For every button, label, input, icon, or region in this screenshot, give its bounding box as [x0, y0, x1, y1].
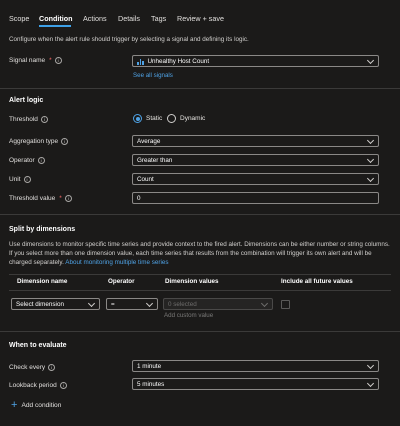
tab-condition[interactable]: Condition [39, 14, 73, 23]
unit-label: Unit i [9, 176, 31, 183]
operator-value: Greater than [137, 156, 173, 164]
check-every-label: Check every i [9, 364, 56, 371]
column-include-future-values: Include all future values [281, 278, 353, 285]
add-condition-button[interactable]: + Add condition [11, 399, 62, 411]
threshold-value-label: Threshold value * i [9, 195, 72, 202]
aggregation-type-text: Aggregation type [9, 138, 59, 145]
dimension-operator-value: = [111, 300, 115, 308]
aggregation-type-label: Aggregation type i [9, 138, 69, 145]
chevron-down-icon [366, 155, 375, 164]
dimension-values-value: 0 selected [168, 300, 197, 308]
threshold-value-input[interactable]: 0 [132, 192, 379, 204]
aggregation-type-value: Average [137, 137, 161, 145]
divider [9, 274, 391, 275]
divider [0, 214, 400, 215]
lookback-period-value: 5 minutes [137, 380, 165, 388]
chevron-down-icon [366, 56, 375, 65]
static-label: Static [146, 115, 163, 122]
split-description: Use dimensions to monitor specific time … [9, 240, 393, 268]
operator-label: Operator i [9, 157, 45, 164]
chevron-down-icon [87, 299, 96, 308]
split-by-dimensions-title: Split by dimensions [9, 226, 76, 233]
signal-icon [137, 58, 144, 65]
operator-text: Operator [9, 157, 35, 164]
check-every-text: Check every [9, 364, 46, 371]
intro-text: Configure when the alert rule should tri… [9, 36, 249, 43]
lookback-period-select[interactable]: 5 minutes [132, 378, 379, 390]
see-all-signals-link[interactable]: See all signals [133, 72, 173, 79]
info-icon[interactable]: i [64, 195, 72, 202]
info-icon[interactable]: i [59, 382, 67, 389]
chevron-down-icon [366, 361, 375, 370]
info-icon[interactable]: i [37, 157, 45, 164]
chevron-down-icon [145, 299, 154, 308]
tab-details[interactable]: Details [118, 14, 140, 23]
threshold-value-text: Threshold value [9, 195, 56, 202]
info-icon[interactable]: i [54, 57, 62, 64]
add-custom-value-link[interactable]: Add custom value [164, 312, 213, 319]
aggregation-type-select[interactable]: Average [132, 135, 379, 147]
check-every-select[interactable]: 1 minute [132, 360, 379, 372]
lookback-period-label: Lookback period i [9, 382, 67, 389]
divider [0, 88, 400, 89]
dimension-values-select[interactable]: 0 selected [163, 298, 273, 310]
divider [9, 290, 391, 291]
chevron-down-icon [366, 136, 375, 145]
column-dimension-name: Dimension name [17, 278, 68, 285]
info-icon[interactable]: i [40, 116, 48, 123]
alert-logic-title: Alert logic [9, 97, 44, 104]
chevron-down-icon [260, 299, 269, 308]
unit-select[interactable]: Count [132, 173, 379, 185]
tab-tags[interactable]: Tags [151, 14, 166, 23]
active-tab-indicator [39, 25, 71, 27]
column-operator: Operator [108, 278, 135, 285]
dimension-name-value: Select dimension [16, 300, 64, 308]
plus-icon: + [11, 399, 18, 411]
column-dimension-values: Dimension values [165, 278, 219, 285]
required-marker: * [49, 57, 52, 64]
info-icon[interactable]: i [48, 364, 56, 371]
threshold-label: Threshold i [9, 116, 48, 123]
lookback-period-text: Lookback period [9, 382, 57, 389]
dynamic-radio[interactable] [167, 114, 176, 123]
tab-scope[interactable]: Scope [9, 14, 29, 23]
signal-name-value: Unhealthy Host Count [147, 57, 210, 65]
static-radio[interactable] [133, 114, 142, 123]
operator-select[interactable]: Greater than [132, 154, 379, 166]
unit-value: Count [137, 175, 154, 183]
tab-review-save[interactable]: Review + save [177, 14, 224, 23]
include-future-values-checkbox[interactable] [281, 300, 290, 309]
info-icon[interactable]: i [61, 138, 69, 145]
threshold-text: Threshold [9, 116, 38, 123]
about-multiple-time-series-link[interactable]: About monitoring multiple time series [65, 259, 168, 266]
dimension-name-select[interactable]: Select dimension [11, 298, 100, 310]
when-to-evaluate-title: When to evaluate [9, 342, 67, 349]
chevron-down-icon [366, 174, 375, 183]
dimension-operator-select[interactable]: = [106, 298, 158, 310]
threshold-value: 0 [137, 194, 141, 202]
tab-actions[interactable]: Actions [83, 14, 107, 23]
check-every-value: 1 minute [137, 362, 162, 370]
chevron-down-icon [366, 379, 375, 388]
add-condition-label: Add condition [21, 402, 62, 409]
signal-name-text: Signal name [9, 57, 46, 64]
unit-text: Unit [9, 176, 21, 183]
info-icon[interactable]: i [23, 176, 31, 183]
divider [0, 331, 400, 332]
signal-name-select[interactable]: Unhealthy Host Count [132, 55, 379, 67]
required-marker: * [59, 195, 62, 202]
signal-name-label: Signal name * i [9, 57, 62, 64]
dynamic-label: Dynamic [180, 115, 206, 122]
